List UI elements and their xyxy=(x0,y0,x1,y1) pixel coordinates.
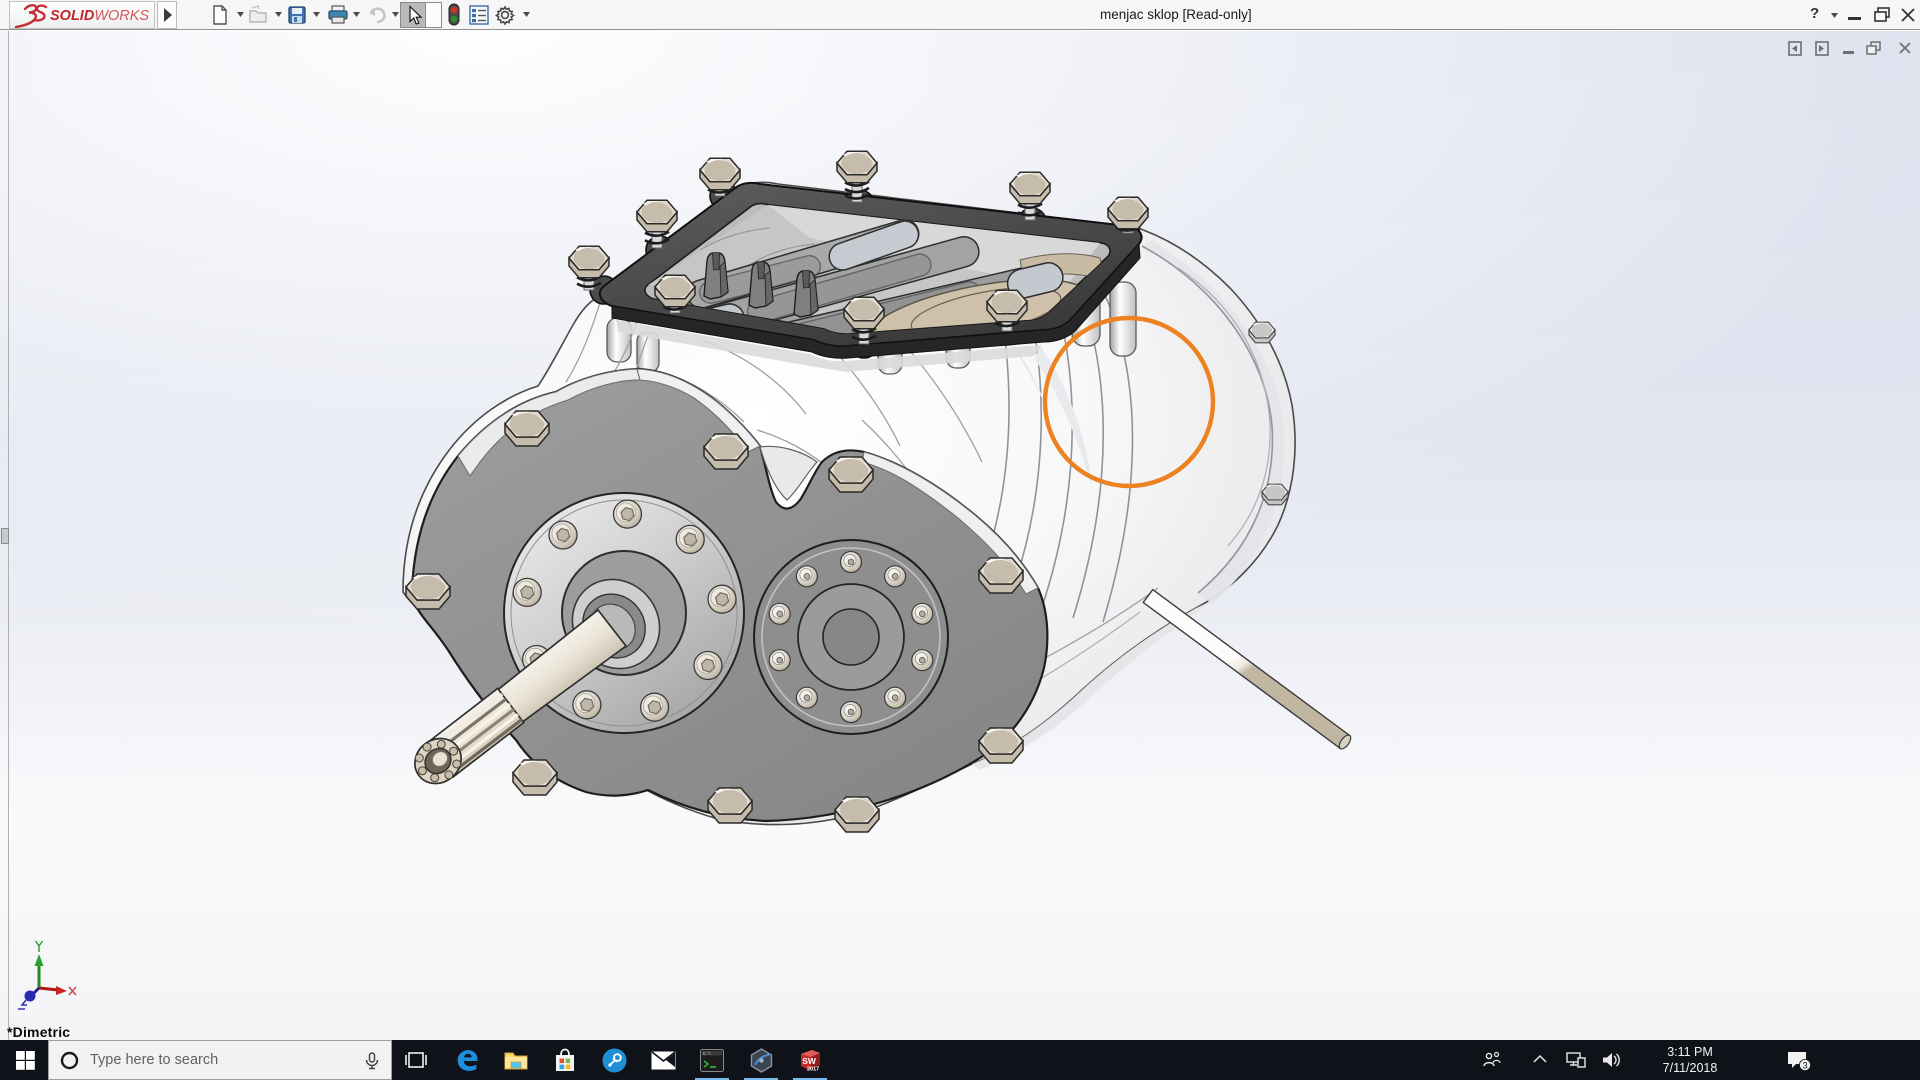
svg-text:2017: 2017 xyxy=(807,1067,819,1073)
svg-text:C:\: C:\ xyxy=(703,1051,711,1057)
svg-text:3: 3 xyxy=(1803,1061,1808,1071)
svg-text:SW: SW xyxy=(802,1056,817,1066)
svg-text:SOLIDWORKS: SOLIDWORKS xyxy=(50,8,149,24)
